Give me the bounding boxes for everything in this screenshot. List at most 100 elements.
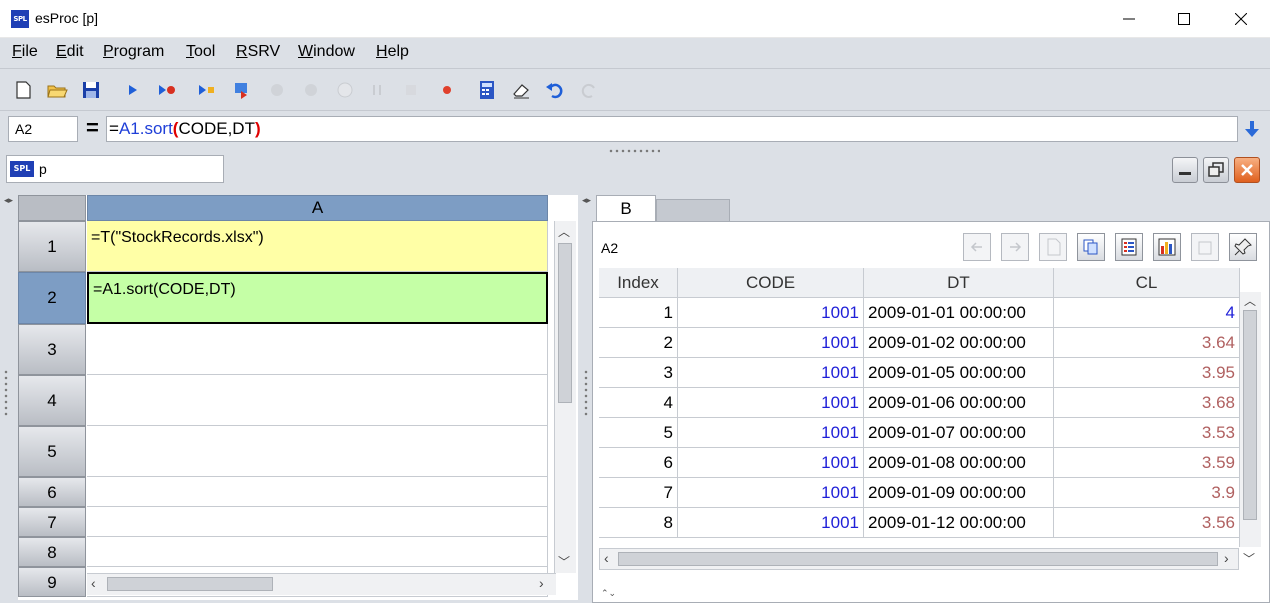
pin-button[interactable] bbox=[1229, 233, 1257, 261]
row-header[interactable]: 9 bbox=[18, 567, 86, 597]
scroll-up-icon[interactable]: ︿ bbox=[1244, 292, 1256, 309]
table-cell[interactable]: 1001 bbox=[678, 388, 864, 418]
row-header[interactable]: 3 bbox=[18, 324, 86, 375]
cell-a6[interactable] bbox=[87, 477, 548, 507]
row-header[interactable]: 6 bbox=[18, 477, 86, 507]
table-cell[interactable]: 3.56 bbox=[1054, 508, 1240, 538]
table-cell[interactable]: 2 bbox=[599, 328, 678, 358]
scroll-right-icon[interactable]: › bbox=[539, 575, 544, 591]
cell-a7[interactable] bbox=[87, 507, 548, 537]
formula-input[interactable]: =A1.sort(CODE,DT) bbox=[106, 116, 1238, 142]
step-into-icon[interactable] bbox=[232, 79, 254, 101]
minimize-button[interactable] bbox=[1106, 0, 1152, 38]
table-cell[interactable]: 3.95 bbox=[1054, 358, 1240, 388]
column-header-a[interactable]: A bbox=[87, 195, 548, 221]
table-cell[interactable]: 3.64 bbox=[1054, 328, 1240, 358]
scroll-right-icon[interactable]: › bbox=[1224, 550, 1229, 566]
mdi-minimize-button[interactable] bbox=[1172, 157, 1198, 183]
chart-button[interactable] bbox=[1153, 233, 1181, 261]
table-cell[interactable]: 4 bbox=[1054, 298, 1240, 328]
mdi-restore-button[interactable] bbox=[1203, 157, 1229, 183]
cell-a2[interactable]: =A1.sort(CODE,DT) bbox=[87, 272, 548, 324]
menu-edit[interactable]: Edit bbox=[56, 43, 84, 61]
column-header-cl[interactable]: CL bbox=[1054, 268, 1240, 298]
row-header[interactable]: 7 bbox=[18, 507, 86, 537]
table-cell[interactable]: 4 bbox=[599, 388, 678, 418]
menu-program[interactable]: Program bbox=[103, 43, 164, 61]
table-vertical-scrollbar[interactable]: ︿ bbox=[1239, 292, 1261, 547]
table-cell[interactable]: 1001 bbox=[678, 508, 864, 538]
result-tab-b[interactable]: B bbox=[596, 195, 656, 221]
table-cell[interactable]: 1001 bbox=[678, 298, 864, 328]
table-horizontal-scrollbar[interactable]: ‹ › bbox=[599, 548, 1239, 570]
close-button[interactable] bbox=[1218, 0, 1264, 38]
mdi-close-button[interactable] bbox=[1234, 157, 1260, 183]
cell-a1[interactable]: =T("StockRecords.xlsx") bbox=[87, 221, 548, 272]
table-cell[interactable]: 2009-01-09 00:00:00 bbox=[864, 478, 1054, 508]
table-cell[interactable]: 1001 bbox=[678, 418, 864, 448]
table-cell[interactable]: 3.9 bbox=[1054, 478, 1240, 508]
row-header[interactable]: 5 bbox=[18, 426, 86, 477]
menu-help[interactable]: Help bbox=[376, 43, 409, 61]
grid-horizontal-scrollbar[interactable]: ‹ › bbox=[87, 573, 556, 595]
row-header[interactable]: 4 bbox=[18, 375, 86, 426]
scroll-down-icon[interactable]: ﹀ bbox=[558, 553, 570, 570]
menu-rsrv[interactable]: RSRV bbox=[236, 43, 280, 61]
scroll-left-icon[interactable]: ‹ bbox=[91, 575, 96, 591]
table-cell[interactable]: 2009-01-07 00:00:00 bbox=[864, 418, 1054, 448]
middle-splitter[interactable] bbox=[584, 369, 588, 417]
scroll-left-icon[interactable]: ‹ bbox=[604, 550, 609, 566]
table-cell[interactable]: 2009-01-06 00:00:00 bbox=[864, 388, 1054, 418]
step-icon[interactable] bbox=[196, 79, 218, 101]
scroll-thumb[interactable] bbox=[618, 552, 1218, 566]
table-cell[interactable]: 3.53 bbox=[1054, 418, 1240, 448]
scroll-thumb[interactable] bbox=[1243, 310, 1257, 520]
menu-window[interactable]: Window bbox=[298, 43, 355, 61]
expand-formula-button[interactable] bbox=[1242, 119, 1262, 139]
table-cell[interactable]: 3.68 bbox=[1054, 388, 1240, 418]
collapse-arrows-icon[interactable]: ⌃⌄ bbox=[601, 588, 616, 599]
row-header[interactable]: 2 bbox=[18, 272, 86, 324]
cell-a5[interactable] bbox=[87, 426, 548, 477]
table-cell[interactable]: 1 bbox=[599, 298, 678, 328]
calculator-icon[interactable] bbox=[476, 79, 498, 101]
grid-corner[interactable] bbox=[18, 195, 86, 221]
cell-reference-field[interactable]: A2 bbox=[8, 116, 78, 142]
table-cell[interactable]: 8 bbox=[599, 508, 678, 538]
maximize-button[interactable] bbox=[1161, 0, 1207, 38]
collapse-arrows-icon[interactable]: ◂▸ bbox=[4, 195, 13, 206]
new-file-icon[interactable] bbox=[12, 79, 34, 101]
cell-a3[interactable] bbox=[87, 324, 548, 375]
table-cell[interactable]: 5 bbox=[599, 418, 678, 448]
table-cell[interactable]: 3 bbox=[599, 358, 678, 388]
table-cell[interactable]: 2009-01-01 00:00:00 bbox=[864, 298, 1054, 328]
table-cell[interactable]: 7 bbox=[599, 478, 678, 508]
horizontal-splitter[interactable] bbox=[608, 149, 660, 153]
save-icon[interactable] bbox=[80, 79, 102, 101]
cell-a8[interactable] bbox=[87, 537, 548, 567]
undo-icon[interactable] bbox=[544, 79, 566, 101]
breakpoint-icon[interactable] bbox=[436, 79, 458, 101]
left-splitter[interactable] bbox=[4, 369, 8, 417]
column-info-button[interactable] bbox=[1115, 233, 1143, 261]
menu-file[interactable]: File bbox=[12, 43, 38, 61]
table-cell[interactable]: 2009-01-02 00:00:00 bbox=[864, 328, 1054, 358]
scroll-thumb[interactable] bbox=[107, 577, 273, 591]
sheet-tab[interactable]: SPL p bbox=[6, 155, 224, 183]
table-cell[interactable]: 1001 bbox=[678, 448, 864, 478]
column-header-dt[interactable]: DT bbox=[864, 268, 1054, 298]
table-cell[interactable]: 2009-01-08 00:00:00 bbox=[864, 448, 1054, 478]
grid-vertical-scrollbar[interactable]: ︿ ﹀ bbox=[554, 221, 576, 573]
run-icon[interactable] bbox=[122, 79, 144, 101]
copy-button[interactable] bbox=[1077, 233, 1105, 261]
scroll-up-icon[interactable]: ︿ bbox=[558, 223, 570, 240]
cell-a4[interactable] bbox=[87, 375, 548, 426]
open-folder-icon[interactable] bbox=[46, 79, 68, 101]
table-cell[interactable]: 1001 bbox=[678, 478, 864, 508]
table-cell[interactable]: 1001 bbox=[678, 328, 864, 358]
clear-icon[interactable] bbox=[510, 79, 532, 101]
column-header-index[interactable]: Index bbox=[599, 268, 678, 298]
column-header-code[interactable]: CODE bbox=[678, 268, 864, 298]
scroll-thumb[interactable] bbox=[558, 243, 572, 403]
table-cell[interactable]: 2009-01-05 00:00:00 bbox=[864, 358, 1054, 388]
